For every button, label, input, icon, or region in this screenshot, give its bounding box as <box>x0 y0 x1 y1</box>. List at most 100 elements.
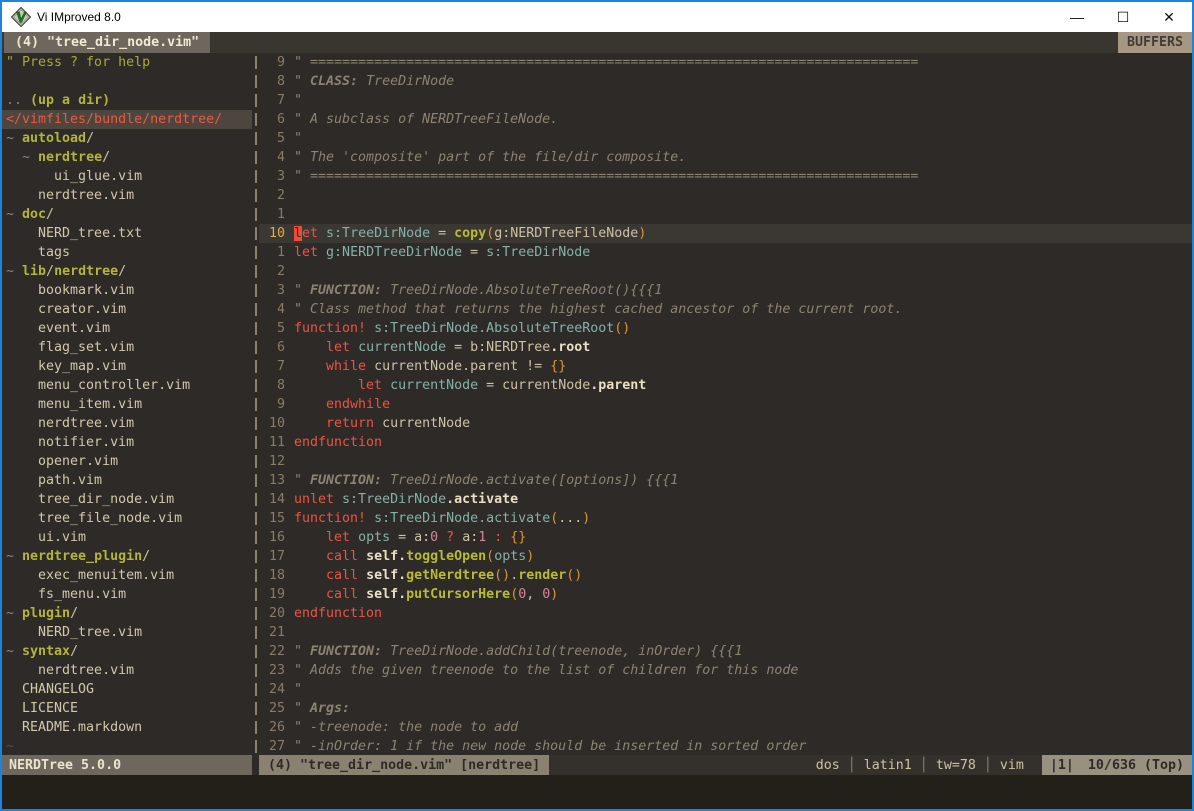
tree-item[interactable]: ~ doc/ <box>2 205 252 224</box>
code-line[interactable]: 19 call self.putCursorHere(0, 0) <box>259 585 1192 604</box>
buffers-label[interactable]: BUFFERS <box>1118 32 1192 53</box>
code-line[interactable]: 17 call self.toggleOpen(opts) <box>259 547 1192 566</box>
tree-item[interactable]: menu_item.vim <box>2 395 252 414</box>
code-line-current[interactable]: 10let s:TreeDirNode = copy(g:NERDTreeFil… <box>259 224 1192 243</box>
tree-item[interactable]: tree_dir_node.vim <box>2 490 252 509</box>
tree-item[interactable]: menu_controller.vim <box>2 376 252 395</box>
tree-item[interactable]: event.vim <box>2 319 252 338</box>
tree-item[interactable]: bookmark.vim <box>2 281 252 300</box>
tree-item[interactable]: ~ nerdtree/ <box>2 148 252 167</box>
command-line[interactable] <box>2 775 1192 809</box>
minimize-button[interactable]: — <box>1054 2 1100 32</box>
code-line[interactable]: 24" <box>259 680 1192 699</box>
code-line[interactable]: 26" -treenode: the node to add <box>259 718 1192 737</box>
tree-item[interactable]: nerdtree.vim <box>2 661 252 680</box>
line-number: 17 <box>259 547 285 566</box>
editor-panel[interactable]: 9" =====================================… <box>259 53 1192 755</box>
code-line[interactable]: 25" Args: <box>259 699 1192 718</box>
tree-item-selected-root[interactable]: </vimfiles/bundle/nerdtree/ <box>2 110 252 129</box>
close-button[interactable]: ✕ <box>1146 2 1192 32</box>
tree-item[interactable]: ~ lib/nerdtree/ <box>2 262 252 281</box>
line-number: 9 <box>259 395 285 414</box>
code-line[interactable]: 12 <box>259 452 1192 471</box>
code-line[interactable]: 6" A subclass of NERDTreeFileNode. <box>259 110 1192 129</box>
tree-item[interactable]: ~ nerdtree_plugin/ <box>2 547 252 566</box>
line-number: 6 <box>259 110 285 129</box>
tree-item[interactable]: tree_file_node.vim <box>2 509 252 528</box>
tree-item[interactable]: ~ <box>2 737 252 755</box>
code-line[interactable]: 7" <box>259 91 1192 110</box>
nerdtree-panel[interactable]: " Press ? for help .. (up a dir)</vimfile… <box>2 53 252 755</box>
tree-item[interactable]: tags <box>2 243 252 262</box>
status-info-item: dos <box>816 758 840 773</box>
code-line[interactable]: 10 return currentNode <box>259 414 1192 433</box>
code-line[interactable]: 8" CLASS: TreeDirNode <box>259 72 1192 91</box>
code-line[interactable]: 9 endwhile <box>259 395 1192 414</box>
line-number: 19 <box>259 585 285 604</box>
tree-item[interactable]: NERD_tree.txt <box>2 224 252 243</box>
maximize-button[interactable]: ☐ <box>1100 2 1146 32</box>
line-number: 23 <box>259 661 285 680</box>
line-number: 5 <box>259 319 285 338</box>
code-line[interactable]: 15function! s:TreeDirNode.activate(...) <box>259 509 1192 528</box>
status-info-item: tw=78 <box>936 758 976 773</box>
code-line[interactable]: 8 let currentNode = currentNode.parent <box>259 376 1192 395</box>
code-line[interactable]: 3" FUNCTION: TreeDirNode.AbsoluteTreeRoo… <box>259 281 1192 300</box>
tree-item[interactable]: nerdtree.vim <box>2 186 252 205</box>
tree-item[interactable]: creator.vim <box>2 300 252 319</box>
tree-item[interactable]: ui.vim <box>2 528 252 547</box>
code-line[interactable]: 20endfunction <box>259 604 1192 623</box>
tree-item[interactable]: ui_glue.vim <box>2 167 252 186</box>
tree-item[interactable]: CHANGELOG <box>2 680 252 699</box>
tree-item[interactable]: " Press ? for help <box>2 53 252 72</box>
code-line[interactable]: 5" <box>259 129 1192 148</box>
tree-item[interactable]: opener.vim <box>2 452 252 471</box>
code-line[interactable]: 4" Class method that returns the highest… <box>259 300 1192 319</box>
code-line[interactable]: 14unlet s:TreeDirNode.activate <box>259 490 1192 509</box>
code-line[interactable]: 16 let opts = a:0 ? a:1 : {} <box>259 528 1192 547</box>
line-number: 1 <box>259 205 285 224</box>
status-info-item: vim <box>1000 758 1024 773</box>
tab-tree-dir-node[interactable]: (4) "tree_dir_node.vim" <box>4 32 210 53</box>
code-line[interactable]: 3" =====================================… <box>259 167 1192 186</box>
tree-item[interactable]: nerdtree.vim <box>2 414 252 433</box>
code-line[interactable]: 7 while currentNode.parent != {} <box>259 357 1192 376</box>
line-number: 27 <box>259 737 285 755</box>
tree-item[interactable]: ~ autoload/ <box>2 129 252 148</box>
tree-item[interactable]: ~ plugin/ <box>2 604 252 623</box>
code-line[interactable]: 2 <box>259 186 1192 205</box>
code-line[interactable]: 13" FUNCTION: TreeDirNode.activate([opti… <box>259 471 1192 490</box>
window-split-separator[interactable] <box>252 53 259 755</box>
code-line[interactable]: 18 call self.getNerdtree().render() <box>259 566 1192 585</box>
tree-item[interactable]: notifier.vim <box>2 433 252 452</box>
status-info-item: latin1 <box>864 758 912 773</box>
tree-item[interactable] <box>2 72 252 91</box>
window-title: Vi IMproved 8.0 <box>37 10 121 24</box>
tree-item[interactable]: exec_menuitem.vim <box>2 566 252 585</box>
line-number: 14 <box>259 490 285 509</box>
code-line[interactable]: 6 let currentNode = b:NERDTree.root <box>259 338 1192 357</box>
code-line[interactable]: 11endfunction <box>259 433 1192 452</box>
tree-item[interactable]: path.vim <box>2 471 252 490</box>
code-line[interactable]: 23" Adds the given treenode to the list … <box>259 661 1192 680</box>
code-line[interactable]: 1 <box>259 205 1192 224</box>
tree-item[interactable]: ~ syntax/ <box>2 642 252 661</box>
code-line[interactable]: 27" -inOrder: 1 if the new node should b… <box>259 737 1192 755</box>
code-line[interactable]: 4" The 'composite' part of the file/dir … <box>259 148 1192 167</box>
tree-item[interactable]: LICENCE <box>2 699 252 718</box>
code-line[interactable]: 9" =====================================… <box>259 53 1192 72</box>
code-line[interactable]: 1let g:NERDTreeDirNode = s:TreeDirNode <box>259 243 1192 262</box>
tree-item[interactable]: NERD_tree.vim <box>2 623 252 642</box>
code-line[interactable]: 2 <box>259 262 1192 281</box>
tab-line: (4) "tree_dir_node.vim" BUFFERS <box>2 32 1192 53</box>
line-number: 12 <box>259 452 285 471</box>
tree-item[interactable]: .. (up a dir) <box>2 91 252 110</box>
tree-item[interactable]: README.markdown <box>2 718 252 737</box>
tree-item[interactable]: key_map.vim <box>2 357 252 376</box>
code-line[interactable]: 22" FUNCTION: TreeDirNode.addChild(treen… <box>259 642 1192 661</box>
line-number: 2 <box>259 262 285 281</box>
tree-item[interactable]: fs_menu.vim <box>2 585 252 604</box>
code-line[interactable]: 5function! s:TreeDirNode.AbsoluteTreeRoo… <box>259 319 1192 338</box>
tree-item[interactable]: flag_set.vim <box>2 338 252 357</box>
code-line[interactable]: 21 <box>259 623 1192 642</box>
